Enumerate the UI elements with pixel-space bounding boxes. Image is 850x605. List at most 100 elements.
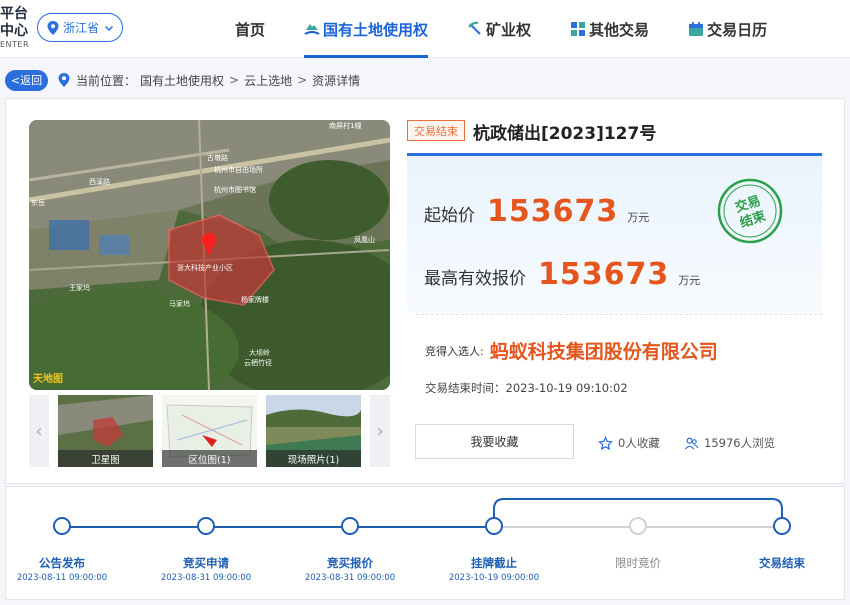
logo-line-1: 平台 [0, 6, 28, 22]
breadcrumb: < 返回 当前位置： 国有土地使用权 > 云上选地 > 资源详情 [0, 66, 850, 94]
map-label: 云栖竹径 [244, 358, 272, 367]
map-watermark: 天地图 [33, 372, 63, 385]
timeline-step-date: 2023-08-31 09:00:00 [160, 573, 252, 583]
top-header: 平台 中心 ENTER 浙江省 首页 国有土地使用权 矿业权 其他交易 交易日历 [0, 0, 850, 58]
province-selector[interactable]: 浙江省 [37, 13, 123, 42]
map-label: 西溪路 [89, 177, 110, 186]
progress-timeline: 公告发布 2023-08-11 09:00:00 竞买申请 2023-08-31… [5, 486, 845, 600]
nav-trade-calendar[interactable]: 交易日历 [688, 0, 767, 58]
thumb-prev-icon[interactable]: ‹ [29, 395, 49, 467]
resource-detail-card: 南屏村1幢 古墩路 杭州市自由场所 杭州市图书馆 西溪路 浙大科技产业小区 王家… [5, 98, 845, 484]
nav-land-use-rights[interactable]: 国有土地使用权 [304, 0, 429, 58]
calendar-icon [689, 22, 704, 36]
back-label: 返回 [20, 74, 43, 87]
timeline-step-label: 挂牌截止 [471, 556, 517, 570]
timeline-step-date: 2023-08-11 09:00:00 [16, 573, 108, 583]
price-panel: 起始价 153673 万元 最高有效报价 153673 万元 交易 结束 [407, 153, 822, 313]
location-icon [58, 73, 70, 87]
timeline-step-date: 2023-08-31 09:00:00 [304, 573, 396, 583]
thumb-location-label: 区位图(1) [162, 450, 257, 467]
users-icon [684, 437, 699, 450]
timeline-node [485, 517, 503, 535]
satellite-map-image: 南屏村1幢 古墩路 杭州市自由场所 杭州市图书馆 西溪路 浙大科技产业小区 王家… [29, 120, 390, 390]
start-price-value: 153673 [487, 194, 619, 229]
nav-other-label: 其他交易 [589, 20, 650, 39]
map-label: 杨家牌楼 [241, 295, 269, 304]
main-nav: 首页 国有土地使用权 矿业权 其他交易 交易日历 [235, 0, 806, 58]
timeline-track [63, 498, 783, 528]
winner-row: 竞得入选人: 蚂蚁科技集团股份有限公司 [425, 337, 718, 364]
timeline-step-label: 竞买申请 [183, 556, 229, 570]
grid-icon [571, 22, 586, 36]
breadcrumb-separator-icon: > [297, 73, 308, 87]
map-label: 浙大科技产业小区 [177, 263, 233, 272]
top-bid-unit: 万元 [678, 274, 701, 287]
end-time: 交易结束时间：2023-10-19 09:10:02 [425, 381, 628, 395]
map-label: 东岳 [31, 198, 45, 207]
timeline-step-label: 公告发布 [39, 556, 85, 570]
map-label: 凤凰山 [354, 235, 375, 244]
top-bid-row: 最高有效报价 153673 万元 [424, 257, 700, 292]
timeline-node [341, 517, 359, 535]
map-label: 古墩路 [207, 153, 228, 162]
nav-other-trades[interactable]: 其他交易 [570, 0, 649, 58]
thumbnail-strip: ‹ 卫星图 区位图(1) 现场照片(1) › [29, 395, 390, 467]
trade-ended-stamp: 交易 结束 [717, 178, 783, 244]
back-button[interactable]: < 返回 [5, 69, 48, 91]
logo-line-3: ENTER [0, 40, 30, 49]
map-label: 南屏村1幢 [329, 121, 361, 130]
winner-name: 蚂蚁科技集团股份有限公司 [489, 341, 718, 363]
start-price-unit: 万元 [627, 211, 650, 224]
map-label: 大坝岭 [249, 348, 270, 357]
thumb-next-icon[interactable]: › [370, 395, 390, 467]
thumb-location[interactable]: 区位图(1) [162, 395, 257, 467]
thumb-site-photo-label: 现场照片(1) [266, 450, 361, 467]
breadcrumb-prefix: 当前位置： [76, 73, 137, 88]
nav-home[interactable]: 首页 [235, 0, 265, 58]
start-price-row: 起始价 153673 万元 [424, 194, 649, 229]
map-label: 王家坞 [69, 283, 90, 292]
breadcrumb-separator-icon: > [229, 73, 240, 87]
breadcrumb-item-land[interactable]: 国有土地使用权 [140, 72, 224, 89]
breadcrumb-item-cloud-select[interactable]: 云上选地 [244, 72, 292, 89]
top-bid-value: 153673 [538, 257, 670, 292]
views-text: 15976人浏览 [704, 436, 776, 450]
favorite-button[interactable]: 我要收藏 [415, 424, 574, 459]
timeline-step-label: 竞买报价 [327, 556, 373, 570]
star-icon [598, 435, 613, 450]
thumb-satellite[interactable]: 卫星图 [58, 395, 153, 467]
thumb-satellite-label: 卫星图 [58, 450, 153, 467]
timeline-node [773, 517, 791, 535]
back-arrow-icon: < [10, 73, 21, 87]
mining-icon [468, 21, 481, 35]
timeline-node [629, 517, 647, 535]
map-label: 杭州市图书馆 [214, 185, 256, 194]
nav-mining-rights[interactable]: 矿业权 [467, 0, 531, 58]
start-price-label: 起始价 [424, 206, 475, 226]
site-logo[interactable]: 平台 中心 ENTER [0, 6, 30, 50]
favorites-count[interactable]: 0人收藏 [598, 435, 660, 451]
status-badge: 交易结束 [407, 120, 465, 141]
map-label: 马家坞 [169, 299, 190, 308]
divider [416, 314, 822, 315]
winner-label: 竞得入选人: [425, 344, 484, 358]
land-icon [304, 24, 320, 35]
nav-calendar-label: 交易日历 [707, 20, 768, 39]
timeline-node [197, 517, 215, 535]
location-pin-icon [47, 20, 59, 35]
nav-land-label: 国有土地使用权 [323, 20, 429, 39]
timeline-step-label: 限时竞价 [615, 556, 661, 570]
chevron-down-icon [104, 25, 114, 31]
thumb-site-photo[interactable]: 现场照片(1) [266, 395, 361, 467]
timeline-step-label: 交易结束 [759, 556, 805, 570]
nav-home-label: 首页 [235, 20, 266, 39]
nav-mining-label: 矿业权 [486, 20, 532, 39]
timeline-node [53, 517, 71, 535]
timeline-step-date: 2023-10-19 09:00:00 [448, 573, 540, 583]
breadcrumb-item-detail: 资源详情 [312, 73, 361, 88]
page-title: 杭政储出[2023]127号 [473, 124, 657, 144]
map-label: 杭州市自由场所 [214, 165, 263, 174]
satellite-map[interactable]: 南屏村1幢 古墩路 杭州市自由场所 杭州市图书馆 西溪路 浙大科技产业小区 王家… [29, 120, 390, 390]
favorites-text: 0人收藏 [618, 436, 660, 450]
views-count: 15976人浏览 [684, 435, 775, 451]
